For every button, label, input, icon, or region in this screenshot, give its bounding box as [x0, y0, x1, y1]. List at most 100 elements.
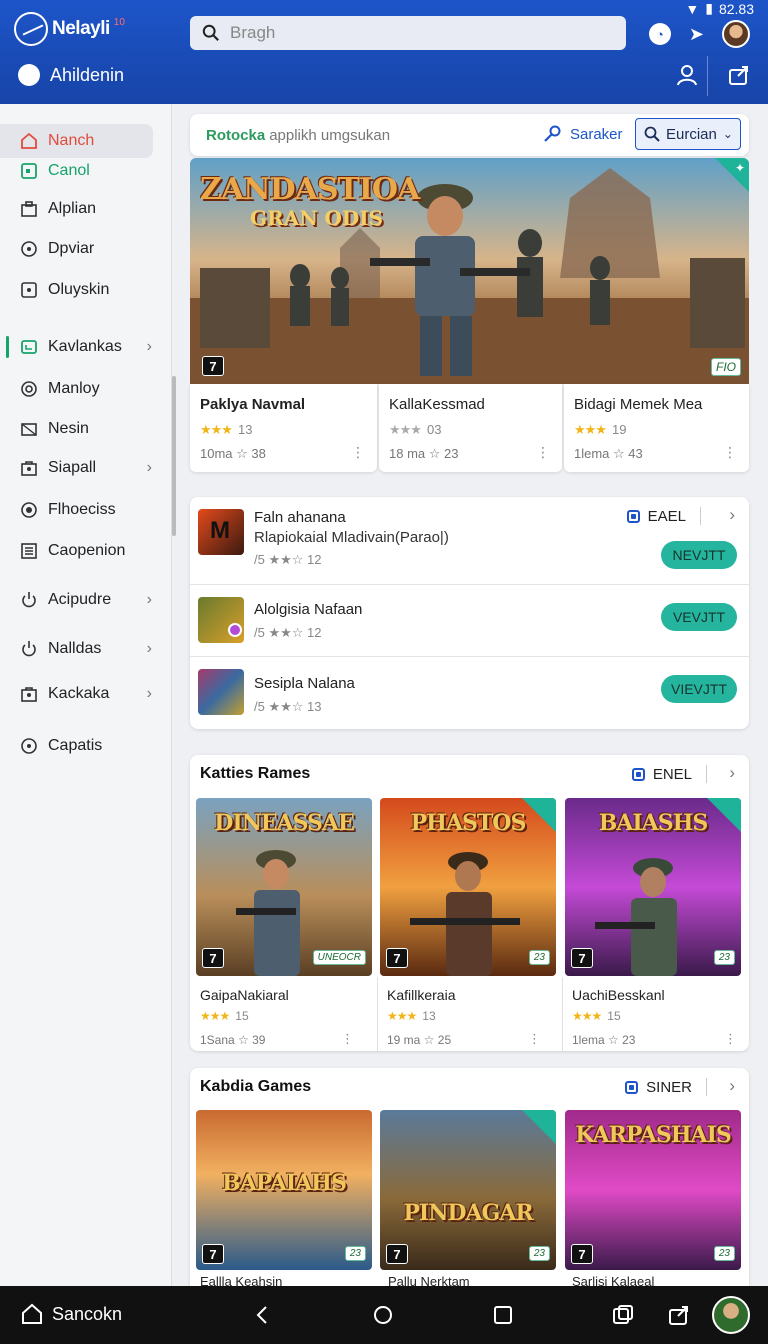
list-item-meta: /5 ★★☆ 13 [254, 699, 322, 714]
corner-tag [707, 798, 741, 832]
more-options-icon[interactable]: ⋮ [724, 1031, 737, 1047]
age-rating-badge: 7 [571, 1244, 593, 1264]
list-tag: EAEL [626, 507, 701, 525]
square-dot-icon [20, 281, 38, 299]
brand-logo-icon [14, 12, 48, 46]
sidebar-item-caopenion[interactable]: Caopenion [0, 534, 172, 568]
list-item[interactable]: M Faln ahanana Rlapiokaial Mladivain(Par… [190, 497, 749, 585]
star-rating: ★★★ 19 [574, 422, 627, 437]
share-box-icon[interactable] [728, 64, 750, 86]
nav-home[interactable]: Sancokn [20, 1302, 122, 1326]
profile-icon[interactable] [676, 64, 698, 86]
tile-info[interactable]: GaipaNakiaral ★★★ 15 1Sana ☆ 39 ⋮ [190, 977, 366, 1051]
share-button[interactable] [668, 1304, 690, 1331]
sidebar-item-capatis[interactable]: Capatis [0, 729, 172, 763]
sidebar-item-nalldas[interactable]: Nalldas › [0, 632, 172, 666]
featured-game-card[interactable]: KallaKessmad ★★★ 03 18 ma ☆ 23 ⋮ [379, 384, 562, 472]
more-options-icon[interactable]: ⋮ [528, 1031, 541, 1047]
more-options-icon[interactable]: ⋮ [351, 444, 365, 461]
region-dropdown[interactable]: Eurcian ⌄ [635, 118, 741, 150]
sparkle-icon: ✦ [734, 161, 745, 175]
recents-button[interactable] [492, 1304, 514, 1331]
sidebar-item-label: Canol [48, 162, 90, 179]
sidebar-item-oluyskin[interactable]: Oluyskin [0, 273, 172, 307]
rating-chip: 23 [528, 1246, 550, 1261]
game-tile[interactable]: KARPASHAIS 7 23 [565, 1110, 741, 1270]
more-options-icon[interactable]: ⋮ [536, 444, 550, 461]
rating-chip: 23 [713, 950, 735, 965]
sidebar-item-flhoeciss[interactable]: Flhoeciss [0, 493, 172, 527]
view-button[interactable]: NEVJTT [661, 541, 737, 569]
header-secondary-actions [676, 64, 750, 86]
list-tag-label: EAEL [647, 507, 686, 525]
game-tile[interactable]: DINEASSAE 7 UNEOCR [196, 798, 372, 976]
list-item-subtitle: Rlapiokaial Mladivain(Parao|) [254, 529, 449, 546]
featured-game-card[interactable]: Bidagi Memek Mea ★★★ 19 1lema ☆ 43 ⋮ [564, 384, 749, 472]
search-input[interactable] [230, 23, 610, 43]
pen-search-icon [544, 125, 561, 142]
back-button[interactable] [252, 1304, 274, 1331]
rating-chip: FIO [711, 358, 741, 376]
home-button[interactable] [372, 1304, 394, 1331]
tile-info[interactable]: Kafillkeraia ★★★ 13 19 ma ☆ 25 ⋮ [377, 977, 553, 1051]
tile-meta: 1lema ☆ 23 [572, 1033, 636, 1047]
windows-button[interactable] [612, 1304, 634, 1331]
clock-icon[interactable]: ◔ [648, 23, 671, 45]
section-katties-rames: Katties Rames ENEL › DINEASSAE 7 UNEOCR … [190, 755, 749, 1051]
filter-search-link[interactable]: Saraker [542, 124, 623, 144]
sidebar-item-alplian[interactable]: Alplian [0, 192, 172, 226]
send-icon[interactable]: ➤ [689, 24, 704, 45]
status-time: 82.83 [718, 0, 754, 17]
sidebar-item-nanch[interactable]: Nanch [0, 124, 153, 158]
rating-chip: UNEOCR [312, 950, 366, 965]
profile-avatar[interactable] [712, 1296, 750, 1334]
star-rating: ★★★ 13 [387, 1009, 436, 1023]
user-avatar[interactable] [722, 20, 750, 48]
list-item[interactable]: Sesipla Nalana /5 ★★☆ 13 VIEVJTT [190, 657, 749, 729]
sidebar-item-dpviar[interactable]: Dpviar [0, 232, 172, 266]
search-bar[interactable] [190, 16, 626, 50]
corner-tag [522, 798, 556, 832]
sidebar-item-kavlankas[interactable]: Kavlankas › [0, 330, 172, 364]
list-item-title: Sesipla Nalana [254, 675, 355, 692]
sidebar-item-label: Siapall [48, 459, 97, 476]
sidebar-item-canol[interactable]: Canol [0, 154, 172, 188]
tile-name: Pallu Nerktam [388, 1274, 470, 1286]
chevron-right-icon: › [146, 685, 152, 702]
sidebar-item-siapall[interactable]: Siapall › [0, 451, 172, 485]
chevron-right-icon[interactable]: › [729, 763, 735, 783]
mail-icon [20, 420, 38, 438]
game-tile[interactable]: PINDAGAR 7 23 [380, 1110, 556, 1270]
tile-name: Eallla Keahsin [200, 1274, 283, 1286]
chevron-right-icon[interactable]: › [729, 1076, 735, 1096]
chevron-right-icon[interactable]: › [729, 505, 735, 525]
rating-chip: 23 [528, 950, 550, 965]
game-tile[interactable]: BAIASHS 7 23 [565, 798, 741, 976]
sidebar-item-kackaka[interactable]: Kackaka › [0, 677, 172, 711]
game-tile[interactable]: BAPAIAHS 7 23 [196, 1110, 372, 1270]
view-button[interactable]: VEVJTT [661, 603, 737, 631]
more-options-icon[interactable]: ⋮ [723, 444, 737, 461]
sidebar-item-acipudre[interactable]: Acipudre › [0, 583, 172, 617]
game-tile[interactable]: PHASTOS 7 23 [380, 798, 556, 976]
power-icon [20, 640, 38, 658]
filter-subtitle: applikh umgsukan [269, 126, 391, 144]
chevron-right-icon: › [146, 591, 152, 608]
game-name: KallaKessmad [389, 396, 485, 413]
sidebar-item-label: Capatis [48, 737, 103, 754]
tile-info[interactable]: UachiBesskanl ★★★ 15 1lema ☆ 23 ⋮ [562, 977, 749, 1051]
share-box-icon [669, 1306, 688, 1325]
list-item-title: Faln ahanana [254, 509, 346, 526]
list-item[interactable]: Alolgisia Nafaan /5 ★★☆ 12 VEVJTT [190, 585, 749, 657]
hero-banner[interactable]: ZANDASTIOA GRAN ODIS 7 ✦ FIO [190, 158, 749, 384]
sidebar-scrollbar[interactable] [172, 376, 176, 536]
view-button[interactable]: VIEVJTT [661, 675, 737, 703]
more-options-icon[interactable]: ⋮ [341, 1031, 354, 1047]
tag-icon [625, 1080, 639, 1094]
featured-game-card[interactable]: Paklya Navmal ★★★ 13 10ma ☆ 38 ⋮ [190, 384, 377, 472]
brand[interactable]: Nelayli 10 [14, 12, 125, 46]
sidebar-item-manloy[interactable]: Manloy [0, 372, 172, 406]
sidebar-item-nesin[interactable]: Nesin [0, 412, 172, 446]
chevron-right-icon: › [146, 640, 152, 657]
account-row[interactable]: Ahildenin [18, 64, 124, 86]
